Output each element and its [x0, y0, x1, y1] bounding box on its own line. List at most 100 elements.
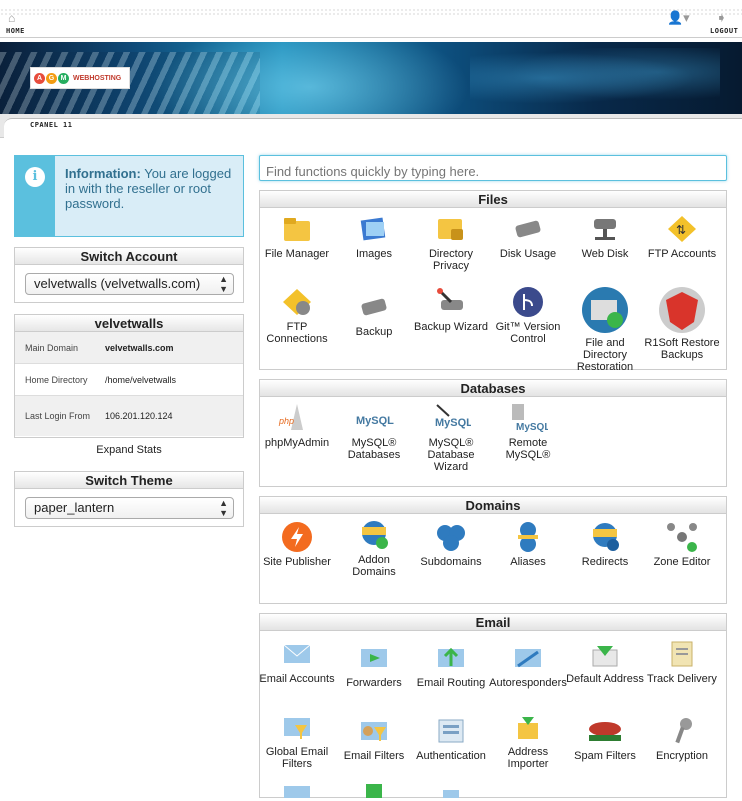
item-label: Site Publisher — [263, 556, 331, 568]
logout-link[interactable]: LOGOUT — [710, 27, 738, 35]
svg-text:⇅: ⇅ — [676, 223, 686, 237]
user-filter-icon — [361, 722, 387, 741]
info-icon: i — [25, 167, 45, 187]
encryption-item[interactable]: Encryption — [643, 715, 721, 762]
stats-row: Last Login From 106.201.120.124 — [15, 396, 243, 436]
aliases-item[interactable]: Aliases — [489, 521, 567, 568]
logo-letter: G — [46, 72, 57, 84]
site-publisher-item[interactable]: Site Publisher — [258, 521, 336, 568]
subdomains-item[interactable]: Subdomains — [412, 521, 490, 568]
network-drive-icon — [594, 219, 616, 240]
file-manager-item[interactable]: File Manager — [258, 213, 336, 260]
clipboard-icon — [671, 641, 693, 667]
theme-select[interactable]: paper_lantern ▲ ▼ — [25, 497, 234, 519]
item-label: Backup Wizard — [414, 321, 488, 333]
address-importer-item[interactable]: Address Importer — [489, 711, 567, 770]
backup-wizard-item[interactable]: Backup Wizard — [412, 286, 490, 333]
spamassassin-icon — [589, 722, 621, 741]
redirects-item[interactable]: Redirects — [566, 521, 644, 568]
breadcrumb-label[interactable]: CPANEL 11 — [30, 121, 72, 129]
autoresponders-item[interactable]: Autoresponders — [489, 642, 567, 689]
item-label: FTP Accounts — [647, 248, 717, 260]
item-label: Disk Usage — [499, 248, 557, 260]
zone-editor-item[interactable]: Zone Editor — [643, 521, 721, 568]
switch-theme-panel: Switch Theme paper_lantern ▲ ▼ — [14, 471, 244, 527]
backup-item[interactable]: Backup — [335, 291, 413, 338]
updown-arrows-icon: ▲ ▼ — [219, 498, 228, 518]
email-routing-item[interactable]: Email Routing — [412, 642, 490, 689]
item-label: MySQL® Databases — [347, 437, 401, 461]
r1soft-restore-backups-item[interactable]: R1Soft Restore Backups — [643, 286, 721, 361]
databases-group: Databases php phpMyAdmin MySQL MySQL® Da… — [259, 379, 727, 487]
www-add-icon — [362, 521, 388, 549]
email-filters-item[interactable]: Email Filters — [335, 715, 413, 762]
images-item[interactable]: Images — [335, 213, 413, 260]
file-directory-restoration-item[interactable]: File and Directory Restoration — [566, 286, 644, 373]
info-title: Information: — [65, 166, 141, 181]
backup-disk-icon — [361, 298, 387, 316]
item-label: Global Email Filters — [265, 746, 329, 770]
www-sub-icon — [437, 525, 465, 551]
stats-value: /home/velvetwalls — [105, 374, 177, 385]
web-disk-item[interactable]: Web Disk — [566, 213, 644, 260]
git-version-control-item[interactable]: Git™ Version Control — [489, 286, 567, 345]
item-label: R1Soft Restore Backups — [644, 337, 720, 361]
user-menu-icon[interactable]: 👤▾ — [667, 10, 690, 26]
import-box-icon — [518, 717, 538, 739]
item-label: Email Filters — [343, 750, 405, 762]
global-email-filters-item[interactable]: Global Email Filters — [258, 711, 336, 770]
item-label: Forwarders — [346, 677, 402, 689]
breadcrumb-tab — [4, 118, 742, 138]
item-label: Zone Editor — [653, 556, 711, 568]
item-label: Default Address — [566, 673, 644, 685]
zone-network-icon — [667, 523, 697, 552]
envelope-icon — [443, 790, 459, 798]
domains-group-title: Domains — [260, 497, 726, 514]
more-email-item[interactable] — [335, 782, 413, 801]
remote-mysql-icon: MySQL — [512, 404, 548, 433]
mysql-databases-item[interactable]: MySQL MySQL® Databases — [335, 402, 413, 461]
logo-letter: M — [58, 72, 69, 84]
item-label: Aliases — [510, 556, 546, 568]
authentication-item[interactable]: Authentication — [412, 715, 490, 762]
default-address-item[interactable]: Default Address — [566, 638, 644, 685]
global-filter-icon — [284, 718, 310, 739]
remote-mysql-item[interactable]: MySQL Remote MySQL® — [489, 402, 567, 461]
git-icon — [513, 287, 543, 317]
more-email-item[interactable] — [412, 782, 490, 801]
search-input[interactable] — [259, 155, 727, 181]
more-email-item[interactable] — [258, 782, 336, 801]
addon-domains-item[interactable]: Addon Domains — [335, 519, 413, 578]
breadcrumb-bar: CPANEL 11 — [0, 114, 742, 138]
dotted-pattern — [0, 8, 742, 16]
ftp-accounts-item[interactable]: ⇅ FTP Accounts — [643, 213, 721, 260]
email-accounts-item[interactable]: Email Accounts — [258, 638, 336, 685]
folder-icon — [284, 218, 310, 241]
svg-text:MySQL: MySQL — [356, 415, 394, 427]
account-select[interactable]: velvetwalls (velvetwalls.com) ▲ ▼ — [25, 273, 234, 295]
home-link[interactable]: HOME — [6, 27, 25, 35]
images-icon — [360, 217, 386, 241]
track-delivery-item[interactable]: Track Delivery — [643, 638, 721, 685]
forwarders-item[interactable]: Forwarders — [335, 642, 413, 689]
item-label: Redirects — [581, 556, 629, 568]
ftp-gear-icon — [283, 289, 311, 315]
directory-privacy-item[interactable]: Directory Privacy — [412, 213, 490, 272]
item-label: Addon Domains — [352, 554, 396, 578]
files-group-title: Files — [260, 191, 726, 208]
item-label: phpMyAdmin — [264, 437, 330, 449]
ftp-connections-item[interactable]: FTP Connections — [258, 286, 336, 345]
expand-stats-link[interactable]: Expand Stats — [14, 444, 244, 456]
theme-select-value: paper_lantern — [34, 500, 115, 515]
email-group-title: Email — [260, 614, 726, 631]
stats-value: 106.201.120.124 — [105, 411, 173, 421]
www-redirect-icon — [593, 523, 619, 551]
logout-icon[interactable]: ➧ — [716, 10, 727, 26]
home-icon[interactable]: ⌂ — [8, 11, 15, 25]
phpmyadmin-item[interactable]: php phpMyAdmin — [258, 402, 336, 449]
disk-usage-item[interactable]: Disk Usage — [489, 213, 567, 260]
account-select-value: velvetwalls (velvetwalls.com) — [34, 276, 201, 291]
spam-filters-item[interactable]: Spam Filters — [566, 715, 644, 762]
mysql-database-wizard-item[interactable]: MySQL MySQL® Database Wizard — [412, 402, 490, 473]
routing-envelope-icon — [438, 647, 464, 667]
